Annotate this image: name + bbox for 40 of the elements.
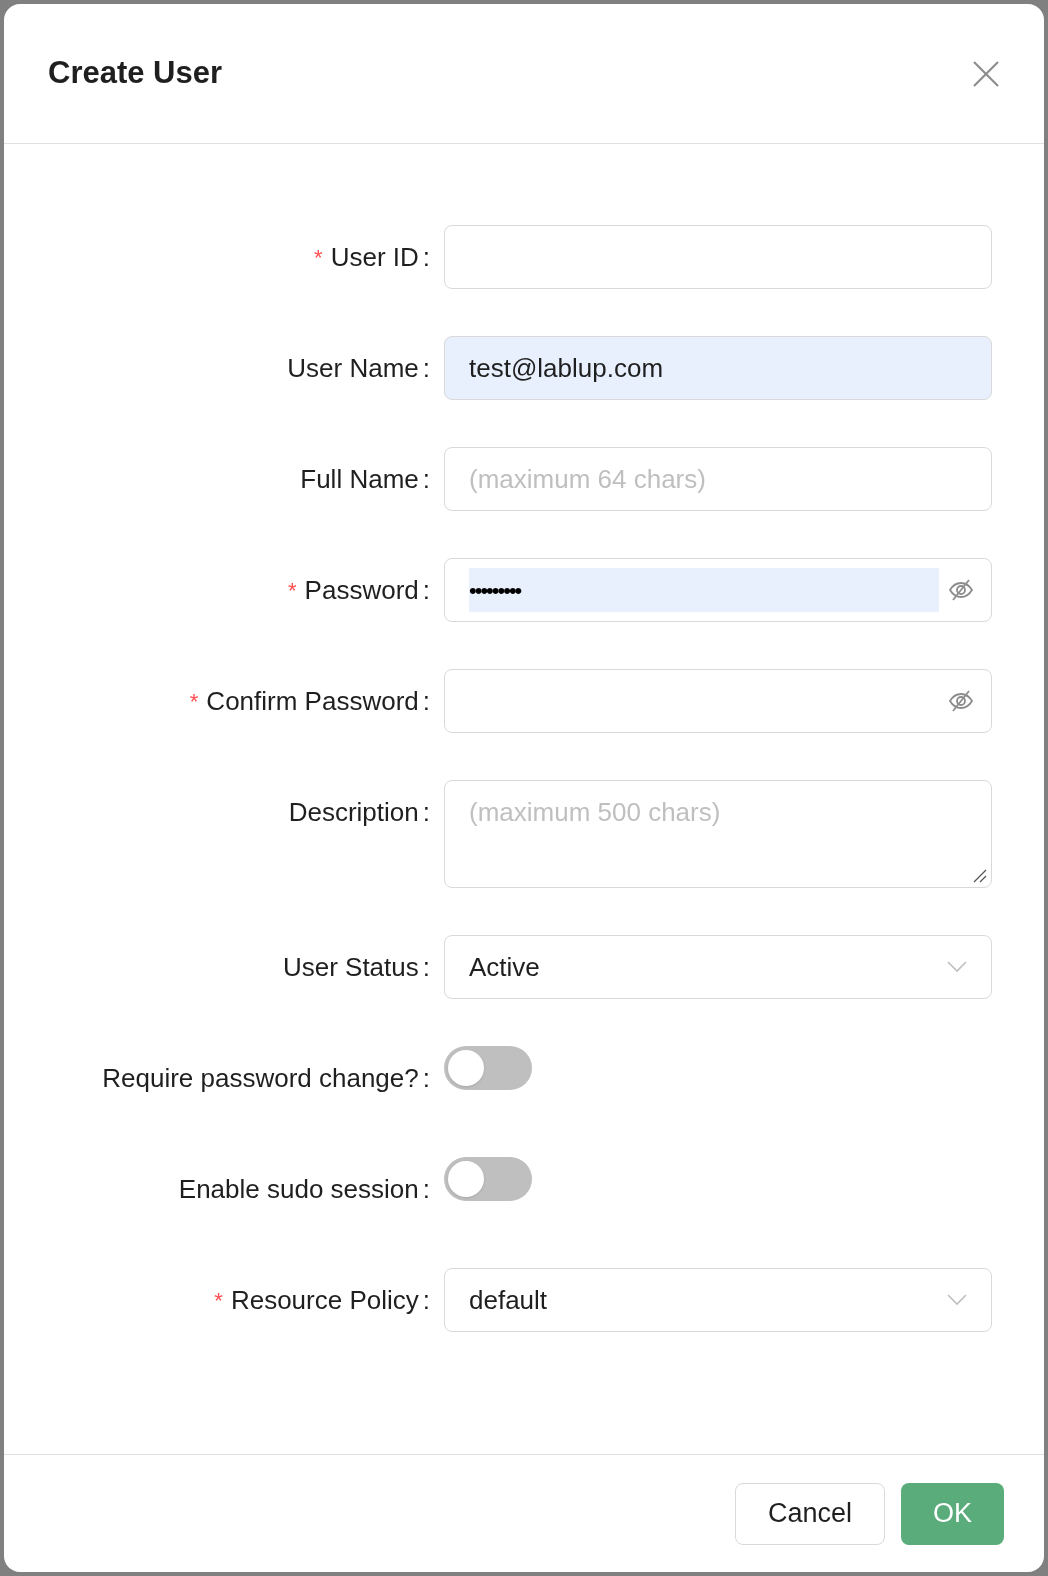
colon: : xyxy=(422,950,430,984)
required-mark: * xyxy=(288,576,297,605)
chevron-down-icon xyxy=(947,961,967,973)
field-label: Password xyxy=(304,573,419,607)
colon: : xyxy=(422,1283,430,1317)
colon: : xyxy=(422,1172,430,1206)
field-label: Description xyxy=(288,795,419,829)
cancel-button[interactable]: Cancel xyxy=(734,1482,885,1545)
colon: : xyxy=(422,795,430,829)
required-mark: * xyxy=(214,1286,223,1315)
field-label: User Name xyxy=(287,351,419,385)
field-label: Resource Policy xyxy=(230,1283,419,1317)
close-icon[interactable] xyxy=(972,59,1000,88)
field-label: Enable sudo session xyxy=(178,1172,419,1206)
colon: : xyxy=(422,240,430,274)
select-field[interactable]: Active xyxy=(444,935,992,999)
required-mark: * xyxy=(314,243,323,272)
colon: : xyxy=(422,573,430,607)
eye-off-icon[interactable] xyxy=(947,577,975,603)
field-label: User Status xyxy=(282,950,419,984)
field-label: Full Name xyxy=(300,462,419,496)
resize-handle-icon[interactable] xyxy=(973,869,987,883)
toggle-switch[interactable] xyxy=(444,1046,532,1090)
eye-off-icon[interactable] xyxy=(947,688,975,714)
select-field[interactable]: default xyxy=(444,1268,992,1332)
toggle-switch[interactable] xyxy=(444,1157,532,1201)
chevron-down-icon xyxy=(947,1294,967,1306)
field-label: Require password change? xyxy=(102,1061,419,1095)
field-label: User ID xyxy=(330,240,419,274)
colon: : xyxy=(422,684,430,718)
colon: : xyxy=(422,1061,430,1095)
text-field[interactable] xyxy=(444,225,992,289)
dialog-title: Create User xyxy=(48,54,223,93)
required-mark: * xyxy=(189,687,199,716)
password-field[interactable] xyxy=(444,669,992,733)
text-field[interactable]: test@lablup.com xyxy=(444,336,992,400)
colon: : xyxy=(422,351,430,385)
colon: : xyxy=(422,462,430,496)
field-label: Confirm Password xyxy=(206,684,419,718)
password-field[interactable]: ••••••••• xyxy=(444,558,992,622)
